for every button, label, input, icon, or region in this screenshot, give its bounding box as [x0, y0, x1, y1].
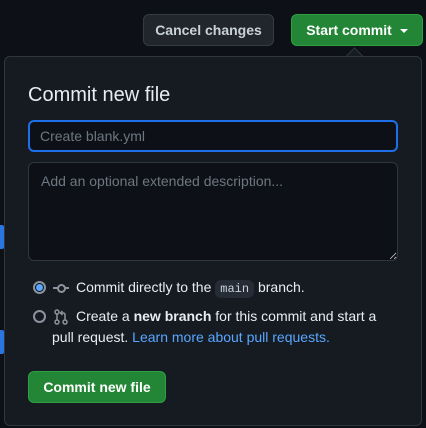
commit-description-textarea[interactable] — [28, 162, 398, 261]
start-commit-label: Start commit — [306, 22, 392, 38]
new-branch-prefix: Create a — [76, 308, 130, 324]
new-branch-bold: new branch — [133, 308, 212, 324]
commit-new-file-label: Commit new file — [43, 379, 151, 395]
git-pull-request-icon — [54, 309, 68, 325]
new-branch-middle: for this commit and start a — [215, 308, 377, 324]
dialog-title: Commit new file — [28, 84, 171, 106]
commit-directly-option[interactable]: Commit directly to the main branch. — [76, 277, 305, 300]
cancel-changes-button[interactable]: Cancel changes — [143, 14, 274, 46]
cancel-changes-label: Cancel changes — [155, 22, 262, 38]
commit-new-file-button[interactable]: Commit new file — [28, 371, 166, 403]
learn-more-link[interactable]: Learn more about pull requests. — [132, 329, 330, 345]
pull-request-text: pull request. — [52, 329, 129, 345]
commit-dialog: Commit new file Commit directly to the m… — [4, 56, 422, 426]
branch-name-badge: main — [215, 280, 255, 298]
start-commit-button[interactable]: Start commit — [291, 14, 423, 46]
commit-directly-suffix: branch. — [257, 279, 305, 295]
triangle-down-icon — [399, 29, 408, 33]
commit-summary-input[interactable] — [28, 120, 398, 152]
new-branch-radio[interactable] — [33, 310, 46, 323]
commit-directly-radio[interactable] — [33, 281, 46, 294]
commit-directly-text: Commit directly to the — [76, 279, 212, 295]
git-commit-icon — [53, 281, 69, 295]
new-branch-option[interactable]: Create a new branch for this commit and … — [52, 306, 406, 348]
